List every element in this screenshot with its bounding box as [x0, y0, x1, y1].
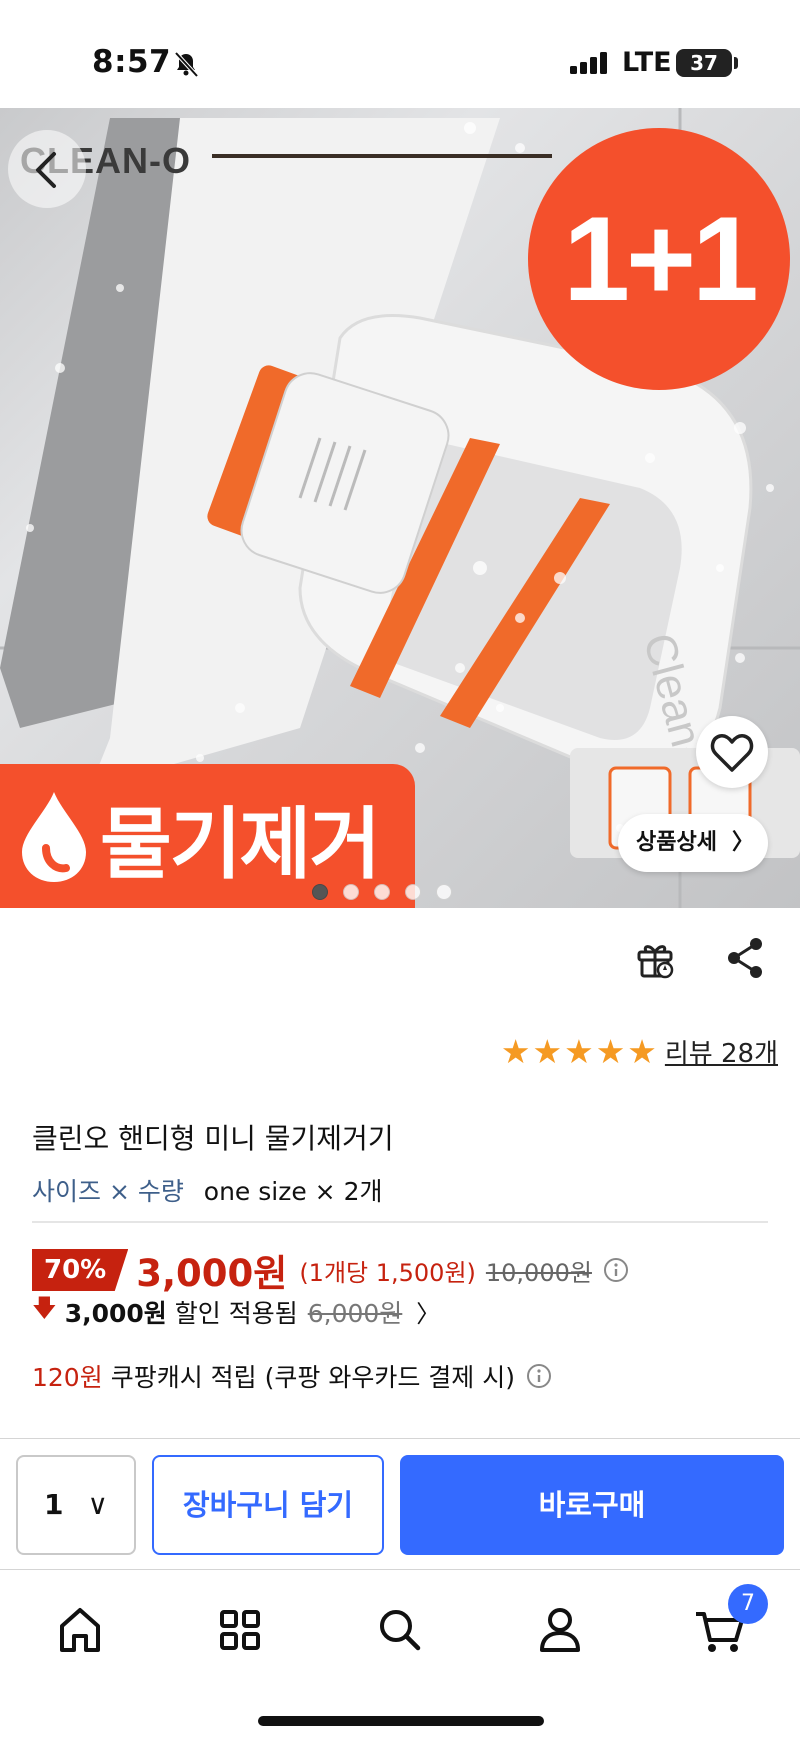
- purchase-bar: 1 ∨ 장바구니 담기 바로구매: [0, 1438, 800, 1570]
- carousel-dot[interactable]: [312, 884, 328, 900]
- chevron-down-icon: ∨: [87, 1488, 109, 1521]
- option-label: 사이즈 × 수량: [32, 1177, 184, 1206]
- status-bar: 8:57 LTE 37: [0, 0, 800, 108]
- price-row: 70% 3,000원 (1개당 1,500원) 10,000원: [32, 1243, 630, 1297]
- water-drop-icon: [22, 792, 86, 882]
- sale-price: 3,000원: [136, 1252, 288, 1295]
- search-icon[interactable]: [370, 1600, 430, 1660]
- network-type: LTE: [622, 47, 672, 78]
- info-icon[interactable]: [525, 1362, 553, 1390]
- quantity-selector[interactable]: 1 ∨: [16, 1455, 136, 1555]
- cashback-amount: 120원: [32, 1363, 103, 1392]
- promo-badge: 1+1: [528, 128, 790, 390]
- promo-label-text: 물기제거: [100, 800, 381, 890]
- brand-underline: [212, 154, 552, 158]
- star-rating: ★ ★ ★ ★ ★: [500, 1031, 657, 1071]
- delivery-info-peek: [40, 1426, 200, 1438]
- add-to-cart-button[interactable]: 장바구니 담기: [152, 1455, 384, 1555]
- heart-icon: [710, 734, 754, 772]
- rating-summary: ★ ★ ★ ★ ★ 리뷰 28개: [501, 1033, 778, 1070]
- battery-indicator: 37: [676, 49, 732, 77]
- coupon-discount-amount: 3,000원: [64, 1298, 167, 1328]
- star-icon: ★: [627, 1031, 657, 1071]
- star-icon: ★: [532, 1031, 563, 1071]
- chevron-right-icon: 〉: [416, 1300, 441, 1328]
- wishlist-button[interactable]: [696, 716, 768, 788]
- star-icon: ★: [595, 1031, 626, 1071]
- status-time: 8:57: [92, 44, 172, 80]
- home-icon[interactable]: [50, 1600, 110, 1660]
- share-icon[interactable]: [724, 936, 766, 980]
- my-page-icon[interactable]: [530, 1600, 590, 1660]
- silent-bell-icon: [174, 51, 199, 78]
- review-count-link[interactable]: 리뷰 28개: [665, 1033, 778, 1070]
- product-image-carousel[interactable]: Clean-o CLEAN-O 1+1 물기제거 상품상세 〉: [0, 108, 800, 908]
- product-detail-label: 상품상세: [636, 830, 717, 855]
- info-icon[interactable]: [602, 1256, 630, 1284]
- product-detail-button[interactable]: 상품상세 〉: [618, 814, 768, 872]
- back-button[interactable]: [8, 130, 86, 208]
- cart-count-badge: 7: [728, 1584, 768, 1624]
- home-indicator[interactable]: [258, 1716, 544, 1726]
- arrow-down-icon: 🡇: [32, 1294, 57, 1322]
- gift-icon[interactable]: [634, 938, 676, 980]
- carousel-dot[interactable]: [374, 884, 390, 900]
- carousel-dot[interactable]: [405, 884, 421, 900]
- buy-now-button[interactable]: 바로구매: [400, 1455, 784, 1555]
- carousel-dot[interactable]: [436, 884, 452, 900]
- chevron-left-icon: [36, 152, 56, 188]
- divider: [32, 1221, 768, 1223]
- quantity-value: 1: [44, 1488, 64, 1521]
- chevron-right-icon: 〉: [731, 830, 754, 855]
- cellular-signal-icon: [570, 52, 607, 74]
- star-icon: ★: [500, 1031, 531, 1071]
- discount-rate-badge: 70%: [32, 1249, 129, 1291]
- cashback-row: 120원 쿠팡캐시 적립 (쿠팡 와우카드 결제 시): [32, 1358, 553, 1394]
- original-price: 10,000원: [485, 1258, 592, 1287]
- carousel-pagination: [312, 884, 452, 900]
- option-value: one size × 2개: [203, 1177, 383, 1206]
- coupon-discount-row[interactable]: 🡇 3,000원 할인 적용됨 6,000원 〉: [32, 1291, 440, 1332]
- carousel-dot[interactable]: [343, 884, 359, 900]
- unit-price: (1개당 1,500원): [299, 1258, 476, 1287]
- pre-coupon-price: 6,000원: [307, 1298, 403, 1328]
- star-icon: ★: [564, 1031, 594, 1071]
- category-icon[interactable]: [210, 1600, 270, 1660]
- option-summary[interactable]: 사이즈 × 수량 one size × 2개: [32, 1172, 383, 1208]
- product-title: 클린오 핸디형 미니 물기제거기: [32, 1122, 394, 1155]
- coupon-applied-text: 할인 적용됨: [174, 1298, 298, 1328]
- battery-cap: [734, 57, 738, 69]
- bottom-tab-bar: [0, 1570, 800, 1739]
- cashback-text: 쿠팡캐시 적립 (쿠팡 와우카드 결제 시): [110, 1363, 515, 1392]
